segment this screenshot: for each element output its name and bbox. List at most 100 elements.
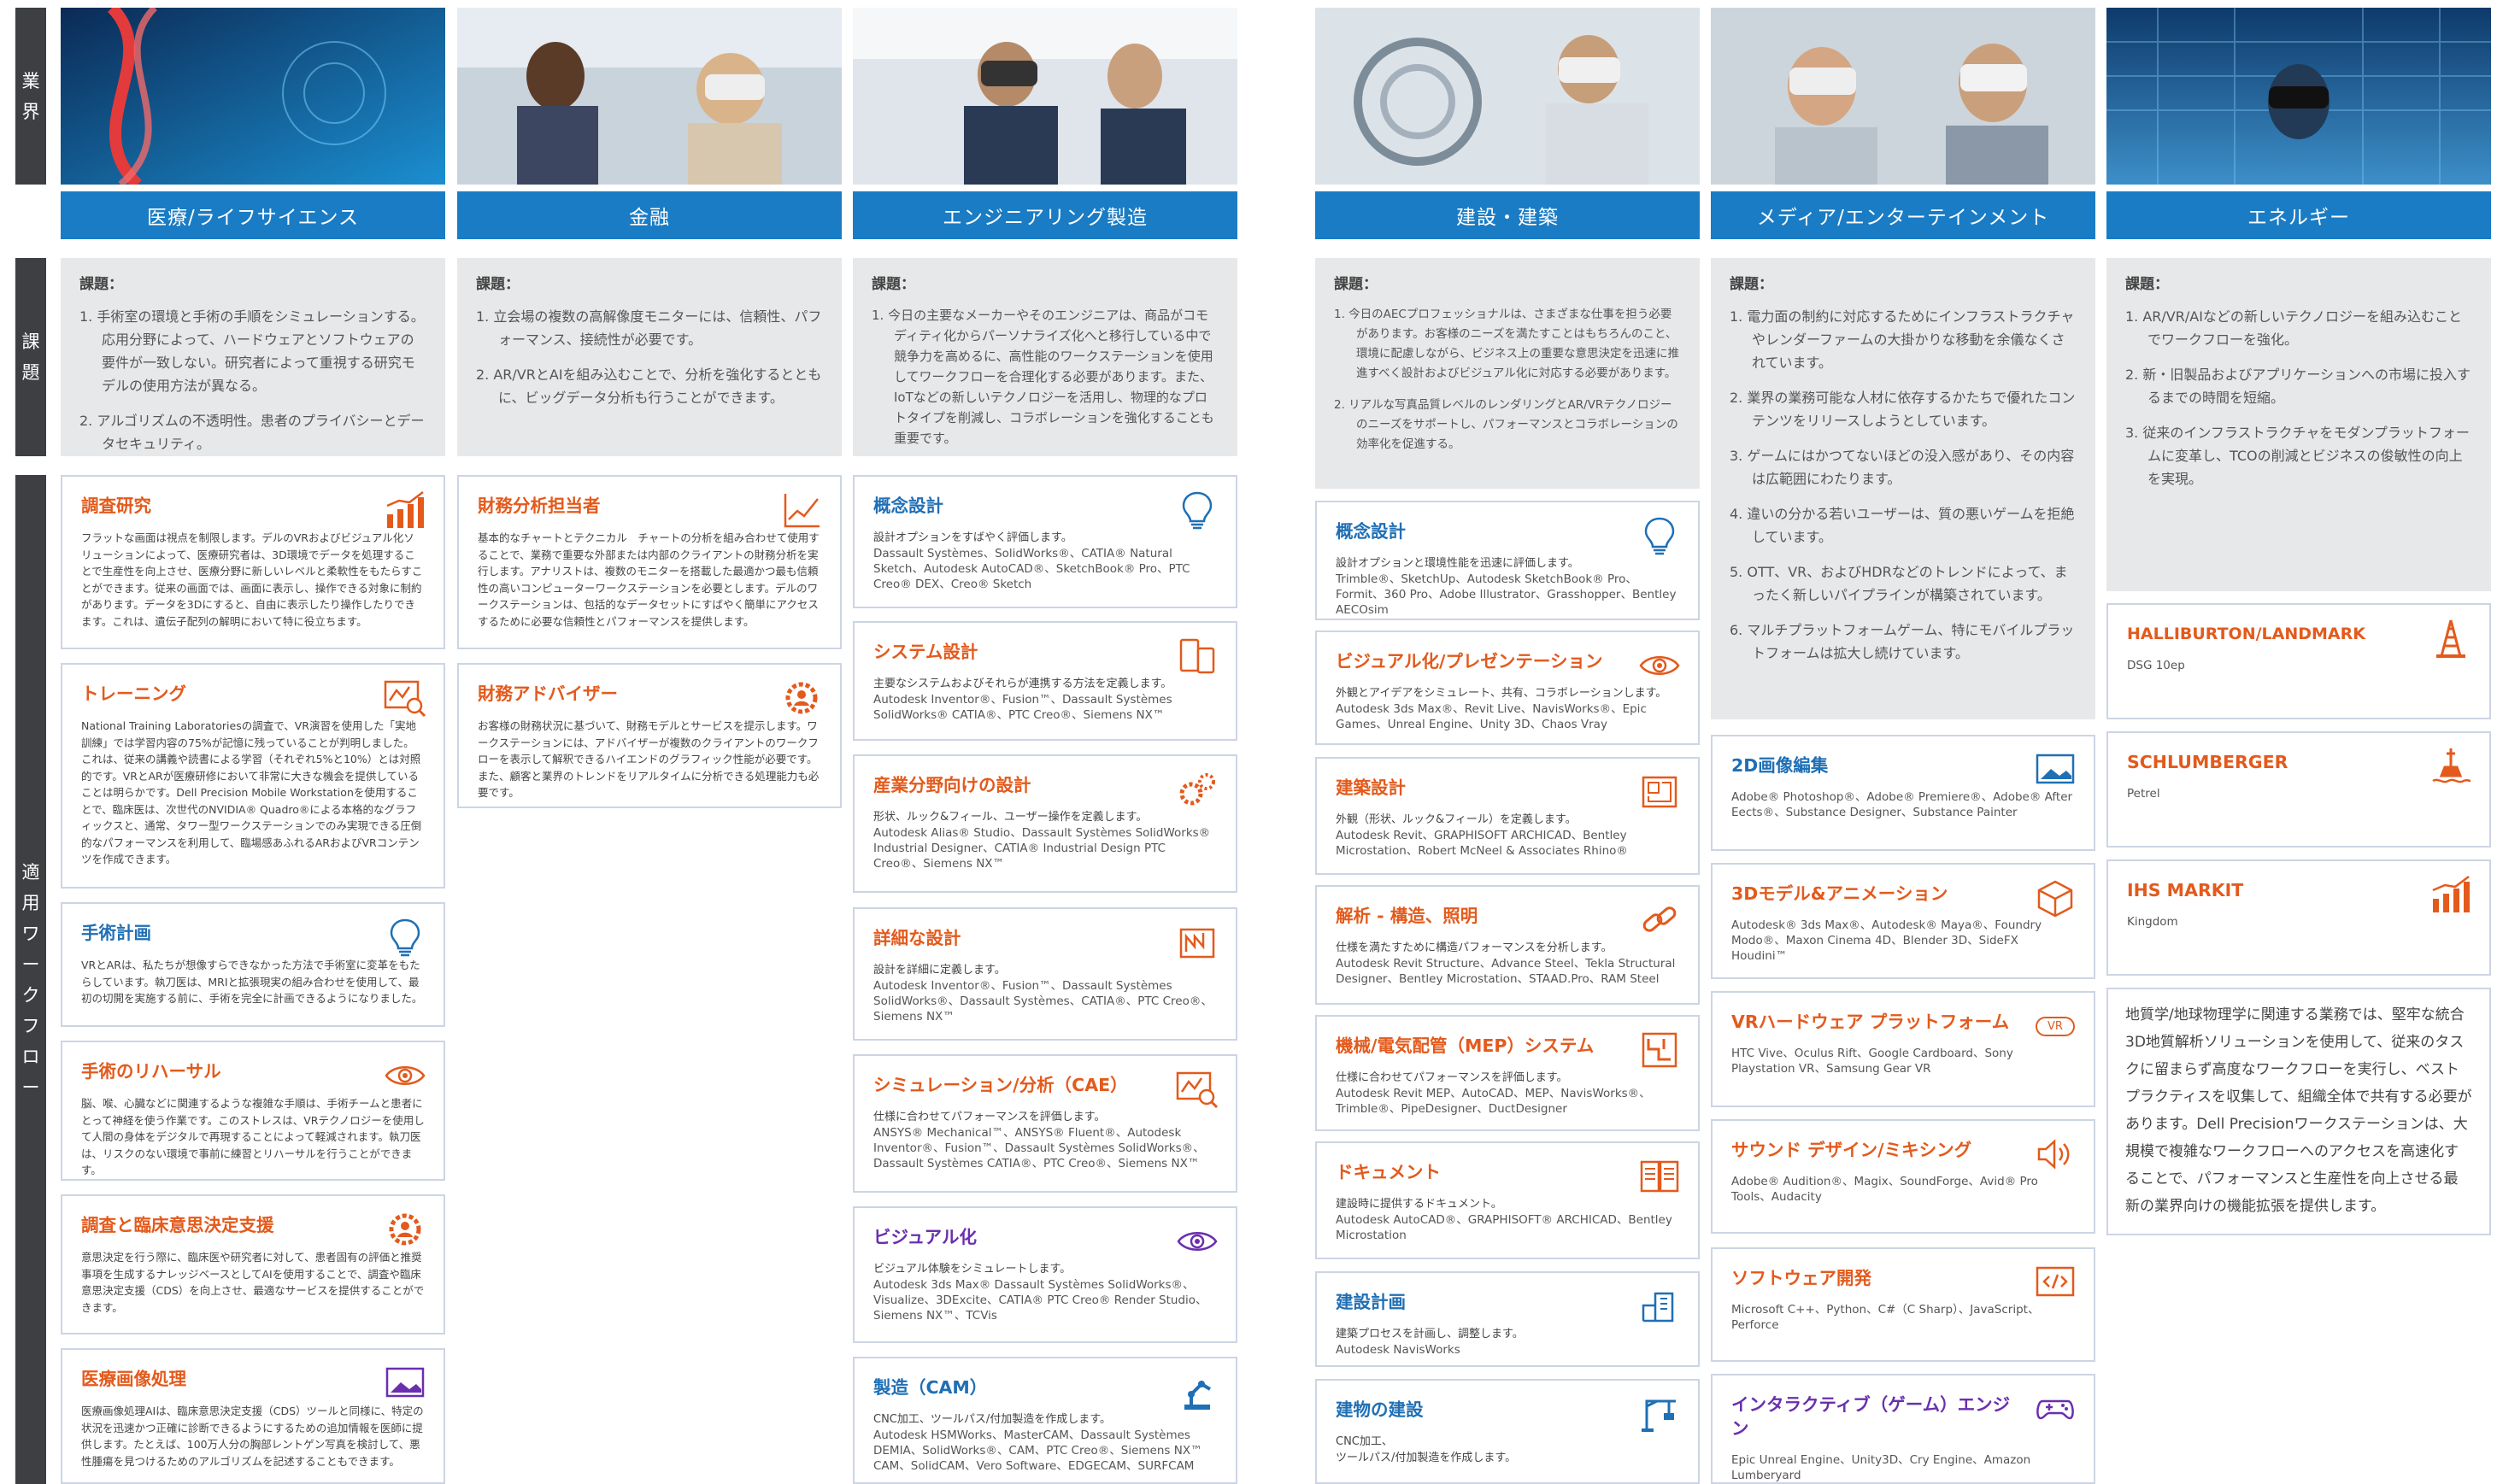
card-title: サウンド デザイン/ミキシング (1731, 1140, 1972, 1160)
card-body: 意思決定を行う際に、臨床医や研究者に対して、患者固有の評価と推奨事項を生成するナ… (81, 1251, 425, 1314)
card-title: 財務アドバイザー (478, 683, 618, 704)
workflow-card-vr-hardware: VRハードウェア プラットフォーム VR HTC Vive、Oculus Rif… (1711, 991, 2095, 1107)
card-software: Autodesk® 3ds Max®、Autodesk® Maya®、Found… (1731, 918, 2042, 963)
workflow-card-training: トレーニング National Training Laboratoriesの調査… (61, 663, 445, 889)
workflow-card-2d-image: 2D画像編集 Adobe® Photoshop®、Adobe® Premiere… (1711, 735, 2095, 851)
industry-photo-engineering (853, 8, 1237, 185)
workflow-card-concept-design: 概念設計 設計オプションをすばやく評価します。 Dassault Système… (853, 475, 1237, 608)
workflow-card-halliburton: HALLIBURTON/LANDMARK DSG 10ep (2106, 603, 2491, 719)
card-software: Trimble®、SketchUp、Autodesk SketchBook® P… (1336, 572, 1677, 617)
oil-rig-icon (2429, 619, 2472, 658)
sidebar-char: ワ (21, 923, 40, 944)
card-software: Kingdom (2127, 915, 2178, 929)
card-title: 2D画像編集 (1731, 755, 1829, 776)
card-title: インタラクティブ（ゲーム）エンジン (1731, 1394, 2011, 1439)
sidebar-char: 適 (21, 861, 40, 883)
card-desc: 設計オプションと環境性能を迅速に評価します。 (1336, 557, 1579, 570)
workflow-card-financial-advisor: 財務アドバイザー お客様の財務状況に基づいて、財務モデルとサービスを提示します。… (457, 663, 842, 808)
analytics-search-icon (1176, 1070, 1219, 1109)
sidebar-industry: 業 界 (15, 8, 46, 185)
challenges-construction: 課題： 1. 今日のAECプロフェッショナルは、さまざまな仕事を担う必要がありま… (1315, 258, 1700, 489)
workflow-card-architectural-design: 建築設計 外観（形状、ルック&フィール）を定義します。 Autodesk Rev… (1315, 757, 1700, 875)
card-software: Autodesk Revit MEP、AutoCAD、MEP、NavisWork… (1336, 1087, 1651, 1116)
gears-icon (1176, 770, 1219, 809)
industry-title-medical: 医療/ライフサイエンス (61, 191, 445, 239)
card-title: 3Dモデル&アニメーション (1731, 883, 1948, 904)
card-title: ソフトウェア開発 (1731, 1268, 1871, 1288)
card-desc: 建設時に提供するドキュメント。 (1336, 1198, 1502, 1211)
gear-person-icon (384, 1210, 426, 1249)
workflow-card-ihs-markit: IHS MARKIT Kingdom (2106, 859, 2491, 976)
challenge-item: 2. 業界の業務可能な人材に依存するかたちで優れたコンテンツをリリースしようとし… (1730, 390, 2076, 429)
workflow-card-software-dev: ソフトウェア開発 Microsoft C++、Python、C#（C Sharp… (1711, 1247, 2095, 1362)
card-software: Autodesk Revit、GRAPHISOFT ARCHICAD、Bentl… (1336, 829, 1628, 858)
card-software: Epic Unreal Engine、Unity3D、Cry Engine、Am… (1731, 1453, 2031, 1482)
image-icon (2034, 750, 2077, 789)
challenge-item: 2. 新・旧製品およびアプリケーションへの市場に投入するまでの時間を短縮。 (2125, 367, 2471, 406)
drill-platform-icon (2429, 747, 2472, 786)
challenge-heading: 課題： (872, 276, 915, 293)
card-desc: 形状、ルック&フィール、ユーザー操作を定義します。 (873, 811, 1148, 824)
card-body: VRとARは、私たちが想像すらできなかった方法で手術室に変革をもたらしています。… (81, 959, 423, 1005)
card-title: 手術計画 (81, 923, 151, 943)
vr-badge-icon: VR (2034, 1006, 2077, 1046)
eye-icon (384, 1056, 426, 1095)
card-title: 手術のリハーサル (81, 1061, 221, 1082)
workflow-card-simulation: シミュレーション/分析（CAE） 仕様に合わせてパフォーマンスを評価します。 A… (853, 1054, 1237, 1193)
challenge-heading: 課題： (79, 276, 123, 293)
bar-chart-icon (384, 490, 426, 530)
card-title: HALLIBURTON/LANDMARK (2127, 625, 2365, 643)
column-engineering: エンジニアリング製造 課題： 1. 今日の主要なメーカーやそのエンジニアは、商品… (853, 0, 1237, 1484)
challenges-media: 課題： 1. 電力面の制約に対応するためにインフラストラクチャやレンダーファーム… (1711, 258, 2095, 719)
column-media: メディア/エンターテインメント 課題： 1. 電力面の制約に対応するためにインフ… (1711, 0, 2095, 1484)
card-software: ツールパス/付加製造を作成します。 (1336, 1452, 1517, 1464)
code-icon (2034, 1263, 2077, 1302)
card-title: 機械/電気配管（MEP）システム (1336, 1035, 1595, 1056)
card-title: ビジュアル化 (873, 1227, 977, 1247)
card-title: 医療画像処理 (81, 1369, 186, 1389)
industry-title-energy: エネルギー (2106, 191, 2491, 239)
industry-photo-finance (457, 8, 842, 185)
card-software: Adobe® Photoshop®、Adobe® Premiere®、Adobe… (1731, 790, 2073, 819)
workflow-card-schlumberger: SCHLUMBERGER Petrel (2106, 731, 2491, 848)
card-desc: CNC加工、 (1336, 1435, 1393, 1448)
chain-icon (1638, 900, 1681, 940)
card-software: Autodesk Inventor®、Fusion™、Dassault Syst… (873, 979, 1213, 1024)
line-chart-icon (780, 490, 823, 530)
image-icon (384, 1364, 426, 1403)
building-plan-icon (1638, 1287, 1681, 1326)
challenge-item: 2. リアルな写真品質レベルのレンダリングとAR/VRテクノロジーのニーズをサポ… (1334, 398, 1678, 451)
sidebar-char: 題 (21, 362, 40, 383)
sidebar-char: 業 (21, 70, 40, 91)
card-software: Adobe® Audition®、Magix、SoundForge、Avid® … (1731, 1175, 2038, 1204)
card-software: ANSYS® Mechanical™、ANSYS® Fluent®、Autode… (873, 1126, 1205, 1170)
robot-arm-icon (1176, 1372, 1219, 1411)
sidebar-char: ー (21, 1076, 40, 1098)
challenge-item: 2. アルゴリズムの不透明性。患者のプライバシーとデータセキュリティ。 (79, 413, 425, 452)
challenge-heading: 課題： (476, 276, 520, 293)
card-software: Autodesk AutoCAD®、GRAPHISOFT® ARCHICAD、B… (1336, 1213, 1672, 1242)
challenge-item: 1. 電力面の制約に対応するためにインフラストラクチャやレンダーファームの大掛か… (1730, 308, 2075, 371)
speaker-icon (2034, 1135, 2077, 1174)
sidebar-char: ー (21, 953, 40, 975)
card-title: VRハードウェア プラットフォーム (1731, 1012, 2010, 1032)
cube-icon (2034, 878, 2077, 918)
card-software: Autodesk Inventor®、Fusion™、Dassault Syst… (873, 693, 1172, 722)
card-software: Dassault Systèmes、SolidWorks®、CATIA® Nat… (873, 547, 1190, 591)
column-construction: 建設・建築 課題： 1. 今日のAECプロフェッショナルは、さまざまな仕事を担う… (1315, 0, 1700, 1484)
card-title: 解析 - 構造、照明 (1336, 906, 1478, 926)
workflow-card-surgery-rehearsal: 手術のリハーサル 脳、喉、心臓などに関連するような複雑な手順は、手術チームと患者… (61, 1041, 445, 1181)
industry-title-construction: 建設・建築 (1315, 191, 1700, 239)
sidebar-char: ク (21, 984, 40, 1006)
industry-title-finance: 金融 (457, 191, 842, 239)
blueprint-icon (1176, 923, 1219, 962)
card-software: Autodesk NavisWorks (1336, 1343, 1460, 1357)
card-software: Autodesk 3ds Max®、Revit Live、NavisWorks®… (1336, 702, 1647, 731)
card-desc: 外観（形状、ルック&フィール）を定義します。 (1336, 813, 1577, 826)
bar-chart-icon (2429, 875, 2472, 914)
workflow-card-construction-planning: 建設計画 建築プロセスを計画し、調整します。 Autodesk NavisWor… (1315, 1271, 1700, 1367)
challenge-heading: 課題： (1730, 276, 1773, 293)
challenges-medical: 課題： 1. 手術室の環境と手術の手順をシミュレーションする。応用分野によって、… (61, 258, 445, 456)
challenges-finance: 課題： 1. 立会場の複数の高解像度モニターには、信頼性、パフォーマンス、接続性… (457, 258, 842, 456)
workflow-card-financial-analyst: 財務分析担当者 基本的なチャートとテクニカル チャートの分析を組み合わせて使用す… (457, 475, 842, 649)
